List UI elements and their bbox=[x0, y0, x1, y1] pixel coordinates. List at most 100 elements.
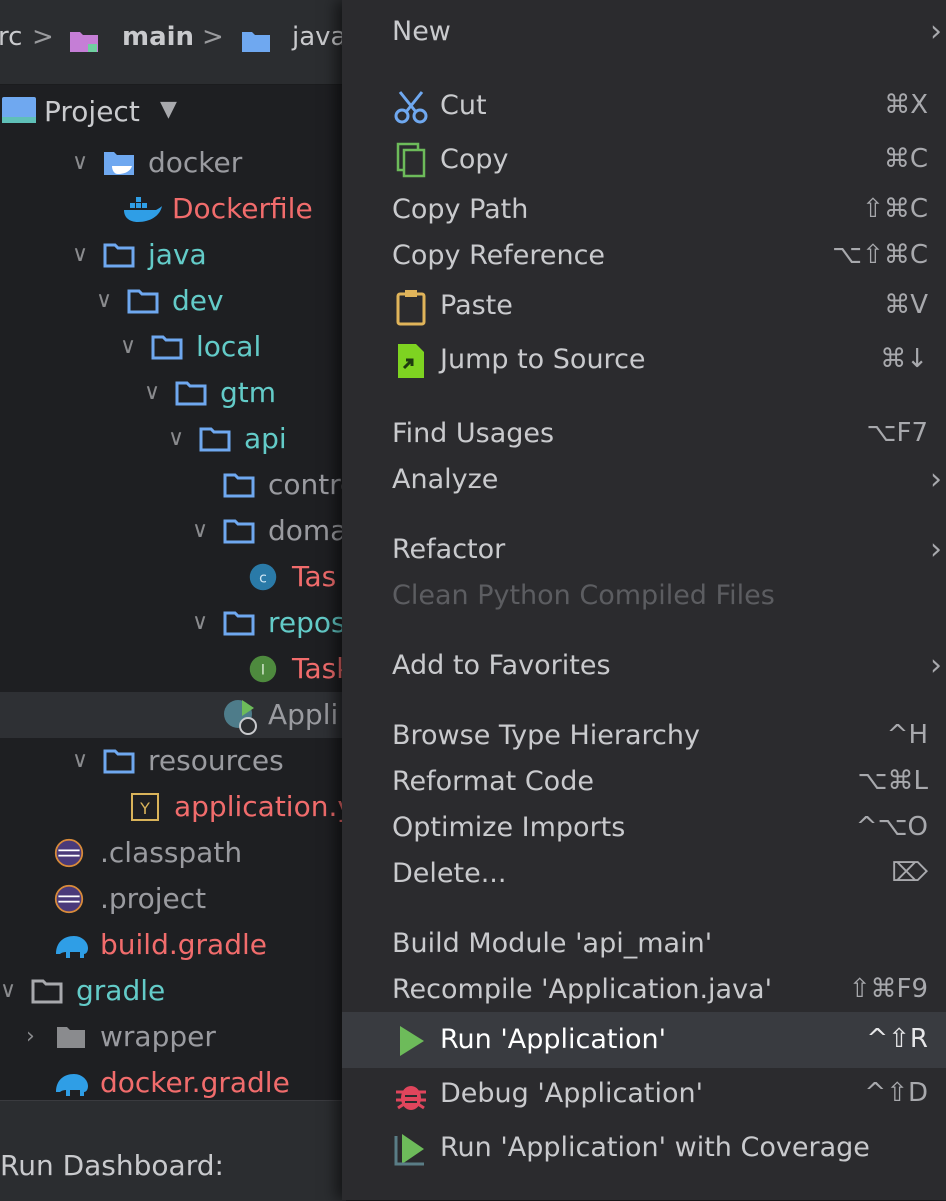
tree-item-wrapper[interactable]: › wrapper bbox=[0, 1016, 346, 1060]
tree-item-java[interactable]: ∨ java bbox=[0, 234, 346, 278]
tree-item-controller[interactable]: contro bbox=[0, 464, 357, 508]
menu-item-analyze[interactable]: Analyze › bbox=[342, 456, 946, 506]
tree-item-classpath[interactable]: .classpath bbox=[0, 832, 346, 876]
svg-text:Y: Y bbox=[139, 799, 150, 818]
menu-item-cut[interactable]: Cut ⌘X bbox=[342, 82, 946, 132]
tree-item-label: application.y bbox=[174, 790, 354, 823]
folder-icon bbox=[199, 427, 231, 452]
menu-item-paste[interactable]: Paste ⌘V bbox=[342, 282, 946, 332]
menu-item-run-with-coverage[interactable]: Run 'Application' with Coverage bbox=[342, 1124, 946, 1174]
spring-boot-class-icon bbox=[224, 700, 257, 735]
svg-text:c: c bbox=[259, 570, 267, 586]
menu-item-run-application[interactable]: Run 'Application' ^⇧R bbox=[342, 1012, 946, 1068]
menu-item-recompile[interactable]: Recompile 'Application.java' ⇧⌘F9 bbox=[342, 966, 946, 1016]
tree-item-application-yml[interactable]: Y application.y bbox=[0, 786, 354, 830]
tree-item-label: build.gradle bbox=[100, 928, 267, 961]
copy-icon bbox=[396, 142, 426, 178]
submenu-arrow-icon: › bbox=[930, 648, 942, 683]
chevron-down-icon[interactable]: ▼ bbox=[160, 97, 177, 122]
tree-item-label: wrapper bbox=[100, 1020, 216, 1053]
tree-item-label: resources bbox=[148, 744, 284, 777]
project-icon bbox=[2, 97, 36, 123]
breadcrumb-item-java[interactable]: java bbox=[292, 22, 346, 52]
tree-item-build-gradle[interactable]: build.gradle bbox=[0, 924, 346, 968]
gradle-elephant-icon bbox=[56, 1074, 88, 1096]
tree-item-dockerfile[interactable]: Dockerfile bbox=[0, 188, 346, 232]
tree-item-project-file[interactable]: .project bbox=[0, 878, 346, 922]
breadcrumb-separator: > bbox=[202, 22, 224, 52]
tree-item-domain[interactable]: ∨ domai bbox=[0, 510, 355, 554]
breadcrumb-separator: > bbox=[32, 22, 54, 52]
tree-item-gtm[interactable]: ∨ gtm bbox=[0, 372, 346, 416]
context-menu: New › Cut ⌘X Copy ⌘C Copy Path ⇧⌘C Copy … bbox=[342, 0, 946, 1200]
menu-item-reformat-code[interactable]: Reformat Code ⌥⌘L bbox=[342, 758, 946, 808]
tree-item-label: gtm bbox=[220, 376, 277, 409]
tree-item-dev[interactable]: ∨ dev bbox=[0, 280, 346, 324]
debug-icon bbox=[396, 1086, 426, 1110]
tree-item-label: Dockerfile bbox=[172, 192, 313, 225]
tree-item-local[interactable]: ∨ local bbox=[0, 326, 346, 370]
menu-item-copy-reference[interactable]: Copy Reference ⌥⇧⌘C bbox=[342, 232, 946, 282]
tree-item-application[interactable]: Appli bbox=[0, 694, 346, 738]
tree-item-label: Tas bbox=[292, 560, 337, 593]
tree-item-label: local bbox=[196, 330, 262, 363]
menu-item-copy[interactable]: Copy ⌘C bbox=[342, 136, 946, 186]
folder-icon bbox=[223, 519, 255, 544]
breadcrumb-item-src[interactable]: rc bbox=[0, 22, 22, 52]
docker-folder-icon bbox=[104, 152, 134, 175]
interface-icon: I bbox=[249, 655, 277, 683]
folder-icon bbox=[103, 243, 135, 268]
jump-to-source-icon bbox=[398, 344, 424, 378]
folder-icon bbox=[223, 473, 255, 498]
svg-text:I: I bbox=[261, 662, 265, 678]
submenu-arrow-icon: › bbox=[930, 532, 942, 567]
tree-item-resources[interactable]: ∨ resources bbox=[0, 740, 346, 784]
menu-item-find-usages[interactable]: Find Usages ⌥F7 bbox=[342, 410, 946, 460]
eclipse-icon bbox=[54, 838, 84, 868]
tree-item-label: docker.gradle bbox=[100, 1066, 290, 1099]
tree-item-label: .project bbox=[100, 882, 207, 915]
menu-item-copy-path[interactable]: Copy Path ⇧⌘C bbox=[342, 186, 946, 236]
menu-item-add-to-favorites[interactable]: Add to Favorites › bbox=[342, 642, 946, 692]
tree-item-label: java bbox=[148, 238, 207, 271]
tree-item-repository[interactable]: ∨ repos bbox=[0, 602, 346, 646]
yaml-file-icon: Y bbox=[131, 793, 159, 821]
run-icon bbox=[400, 1026, 424, 1056]
tree-item-label: api bbox=[244, 422, 287, 455]
menu-item-jump-to-source[interactable]: Jump to Source ⌘↓ bbox=[342, 336, 946, 386]
menu-item-debug-application[interactable]: Debug 'Application' ^⇧D bbox=[342, 1070, 946, 1120]
breadcrumb-item-main[interactable]: main bbox=[122, 22, 194, 52]
tree-item-label: docker bbox=[148, 146, 243, 179]
submenu-arrow-icon: › bbox=[930, 462, 942, 497]
submenu-arrow-icon: › bbox=[930, 14, 942, 49]
folder-icon bbox=[151, 335, 183, 360]
module-folder-icon bbox=[70, 32, 98, 52]
coverage-icon bbox=[394, 1134, 424, 1166]
menu-item-new[interactable]: New › bbox=[342, 8, 946, 58]
folder-icon bbox=[127, 289, 159, 314]
menu-item-refactor[interactable]: Refactor › bbox=[342, 526, 946, 576]
class-icon: c bbox=[249, 563, 277, 591]
gradle-elephant-icon bbox=[56, 936, 88, 958]
tree-item-gradle[interactable]: ∨ gradle bbox=[0, 970, 346, 1014]
project-panel-title[interactable]: Project bbox=[44, 95, 140, 128]
menu-item-build-module[interactable]: Build Module 'api_main' bbox=[342, 920, 946, 970]
menu-item-delete[interactable]: Delete... ⌦ bbox=[342, 850, 946, 900]
tree-item-docker[interactable]: ∨ docker bbox=[0, 142, 346, 186]
folder-icon bbox=[103, 749, 135, 774]
tree-item-task-repository[interactable]: I TaskR bbox=[0, 648, 372, 692]
menu-item-optimize-imports[interactable]: Optimize Imports ^⌥O bbox=[342, 804, 946, 854]
eclipse-icon bbox=[54, 884, 84, 914]
tree-item-label: .classpath bbox=[100, 836, 243, 869]
scissors-icon bbox=[394, 91, 428, 124]
run-dashboard-label[interactable]: Run Dashboard: bbox=[0, 1149, 224, 1182]
docker-whale-icon bbox=[124, 197, 162, 222]
tree-item-api[interactable]: ∨ api bbox=[0, 418, 346, 462]
clipboard-icon bbox=[396, 290, 426, 326]
tree-item-label: gradle bbox=[76, 974, 166, 1007]
folder-icon bbox=[31, 979, 63, 1004]
menu-item-browse-type-hierarchy[interactable]: Browse Type Hierarchy ^H bbox=[342, 712, 946, 762]
tree-item-task-class[interactable]: c Tas bbox=[0, 556, 346, 600]
tree-item-label: repos bbox=[268, 606, 346, 639]
tree-item-label: dev bbox=[172, 284, 224, 317]
